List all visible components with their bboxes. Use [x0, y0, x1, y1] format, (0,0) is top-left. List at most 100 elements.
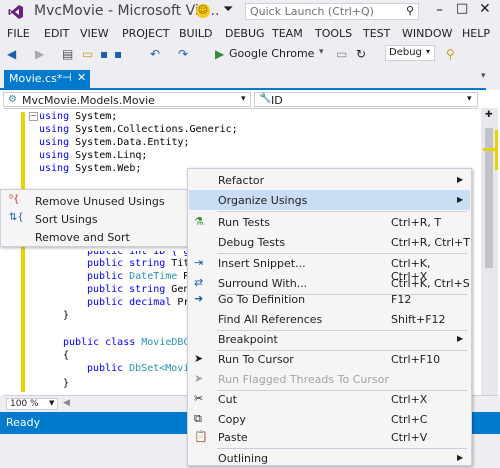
code-line: public decimal Pr: [87, 296, 189, 309]
menu-item-label: Insert Snippet...: [218, 257, 306, 270]
menu-item-shortcut: Ctrl+V: [391, 431, 428, 444]
code-line: public string Tit: [87, 257, 189, 270]
menu-item-run-flagged-threads: ➤ Run Flagged Threads To Cursor: [189, 369, 470, 389]
maximize-button[interactable]: □: [456, 1, 468, 16]
menu-item-shortcut: F12: [391, 293, 412, 306]
menu-item-organize-usings[interactable]: Organize Usings ▶: [189, 190, 470, 210]
minimize-button[interactable]: –: [436, 2, 443, 18]
menu-item-insert-snippet[interactable]: ⇥ Insert Snippet... Ctrl+K, Ctrl+X: [189, 253, 470, 283]
find-icon[interactable]: ⚲: [446, 47, 455, 61]
refresh-icon[interactable]: ↻: [356, 47, 366, 61]
menu-view[interactable]: VIEW: [80, 27, 109, 40]
scroll-left-icon[interactable]: ◀: [63, 398, 70, 408]
start-debug-icon[interactable]: ▶: [215, 47, 224, 61]
member-dropdown-value: ID: [271, 94, 283, 107]
sort-usings-icon: ⇅{: [9, 212, 24, 223]
menu-help[interactable]: HELP: [462, 27, 490, 40]
menu-item-debug-tests[interactable]: Debug Tests Ctrl+R, Ctrl+T: [189, 232, 470, 252]
menu-project[interactable]: PROJECT: [122, 27, 170, 40]
code-keyword: public: [87, 297, 124, 308]
code-keyword: using: [39, 111, 70, 122]
visual-studio-logo-icon: [8, 5, 23, 19]
code-keyword: public: [87, 363, 124, 374]
menu-item-label: Copy: [218, 413, 246, 426]
collapse-outline-icon[interactable]: −: [29, 112, 38, 121]
menu-tools[interactable]: TOOLS: [315, 27, 352, 40]
type-dropdown[interactable]: ⚙ MvcMovie.Models.Movie ▾: [3, 92, 251, 107]
insert-snippet-icon: ⇥: [194, 256, 204, 269]
menu-item-outlining[interactable]: Outlining ▶: [189, 448, 470, 468]
menu-item-label: Cut: [218, 393, 237, 406]
save-all-icon[interactable]: ▪: [114, 47, 122, 61]
menu-item-label: Run Tests: [218, 216, 270, 229]
menu-item-paste[interactable]: 📋 Paste Ctrl+V: [189, 427, 470, 447]
status-text: Ready: [6, 416, 41, 429]
menu-item-run-to-cursor[interactable]: ➤ Run To Cursor Ctrl+F10: [189, 349, 470, 369]
forward-icon[interactable]: ▶: [35, 47, 44, 61]
menu-window[interactable]: WINDOW: [402, 27, 452, 40]
code-line: public class MovieDBC: [63, 336, 189, 349]
new-project-icon[interactable]: ▤: [62, 47, 73, 61]
menu-test[interactable]: TEST: [363, 27, 390, 40]
code-type: string: [123, 258, 166, 269]
run-tests-icon: ⚗: [194, 215, 204, 228]
window-title: MvcMovie - Microsoft Vis...: [34, 3, 220, 19]
feedback-smiley-icon[interactable]: ☺: [196, 4, 210, 18]
menu-build[interactable]: BUILD: [179, 27, 212, 40]
member-dropdown[interactable]: 🔧 ID ▾: [254, 92, 478, 107]
tab-list-dropdown-icon[interactable]: ▾: [481, 71, 486, 81]
flagged-cursor-icon: ➤: [194, 372, 204, 385]
back-icon[interactable]: ◀: [7, 47, 16, 61]
property-wrench-icon: 🔧: [259, 93, 272, 104]
zoom-select[interactable]: 100 % ▼: [6, 398, 58, 410]
undo-icon[interactable]: ↶: [150, 47, 160, 61]
attach-icon[interactable]: ▭: [336, 47, 347, 61]
code-text: Gen: [165, 284, 190, 295]
code-line: }: [63, 378, 70, 389]
code-text: System;: [69, 111, 118, 122]
solution-configuration-select[interactable]: Debug ▾: [385, 45, 435, 61]
menu-edit[interactable]: EDIT: [44, 27, 69, 40]
submenu-arrow-icon: ▶: [457, 334, 464, 343]
pin-tab-icon[interactable]: ⊣: [62, 71, 72, 84]
menu-item-shortcut: Shift+F12: [391, 313, 446, 326]
menu-item-breakpoint[interactable]: Breakpoint ▶: [189, 329, 470, 349]
split-window-icon[interactable]: ✚: [485, 110, 493, 120]
run-target-dropdown-icon[interactable]: ▾: [319, 47, 324, 57]
menu-item-find-all-references[interactable]: Find All References Shift+F12: [189, 309, 470, 329]
code-type: DbSet<Movi: [123, 363, 190, 374]
code-line: using System.Web;: [39, 162, 141, 175]
tab-movie-cs[interactable]: Movie.cs* ⊣ ✕: [4, 70, 90, 88]
menu-item-remove-and-sort[interactable]: Remove and Sort: [2, 228, 187, 246]
menu-item-go-to-definition[interactable]: ➜ Go To Definition F12: [189, 289, 470, 309]
redo-icon[interactable]: ↷: [178, 47, 188, 61]
code-keyword: using: [39, 150, 70, 161]
run-target-button[interactable]: Google Chrome: [229, 47, 314, 60]
code-text: System.Linq;: [69, 150, 148, 161]
open-file-icon[interactable]: ▭: [82, 47, 93, 61]
menu-item-label: Go To Definition: [218, 293, 306, 306]
code-text: Tit: [165, 258, 190, 269]
menu-item-refactor[interactable]: Refactor ▶: [189, 170, 470, 190]
notifications-flag-icon[interactable]: ⏷: [223, 2, 233, 17]
menu-item-cut[interactable]: ✂ Cut Ctrl+X: [189, 389, 470, 409]
code-line: using System.Linq;: [39, 149, 147, 162]
save-icon[interactable]: ▪: [100, 47, 108, 61]
menu-item-run-tests[interactable]: ⚗ Run Tests Ctrl+R, T: [189, 212, 470, 232]
close-window-button[interactable]: ✕: [479, 1, 491, 17]
menu-item-copy[interactable]: ⧉ Copy Ctrl+C: [189, 409, 470, 429]
menu-item-sort-usings[interactable]: ⇅{ Sort Usings: [2, 210, 187, 228]
code-keyword: public: [87, 271, 124, 282]
code-keyword: public: [87, 284, 124, 295]
menu-item-label: Remove Unused Usings: [35, 195, 165, 208]
menu-file[interactable]: FILE: [7, 27, 30, 40]
menu-debug[interactable]: DEBUG: [225, 27, 265, 40]
quick-launch-placeholder: Quick Launch (Ctrl+Q): [250, 5, 374, 18]
close-tab-icon[interactable]: ✕: [77, 71, 86, 84]
menu-team[interactable]: TEAM: [272, 27, 303, 40]
menu-item-label: Find All References: [218, 313, 323, 326]
menu-item-remove-unused-usings[interactable]: ⁰{ Remove Unused Usings: [2, 192, 187, 210]
quick-launch-input[interactable]: Quick Launch (Ctrl+Q) ⚲: [245, 3, 419, 20]
code-line: public DbSet<Movi: [87, 362, 189, 375]
code-type: DateTime: [123, 271, 178, 282]
